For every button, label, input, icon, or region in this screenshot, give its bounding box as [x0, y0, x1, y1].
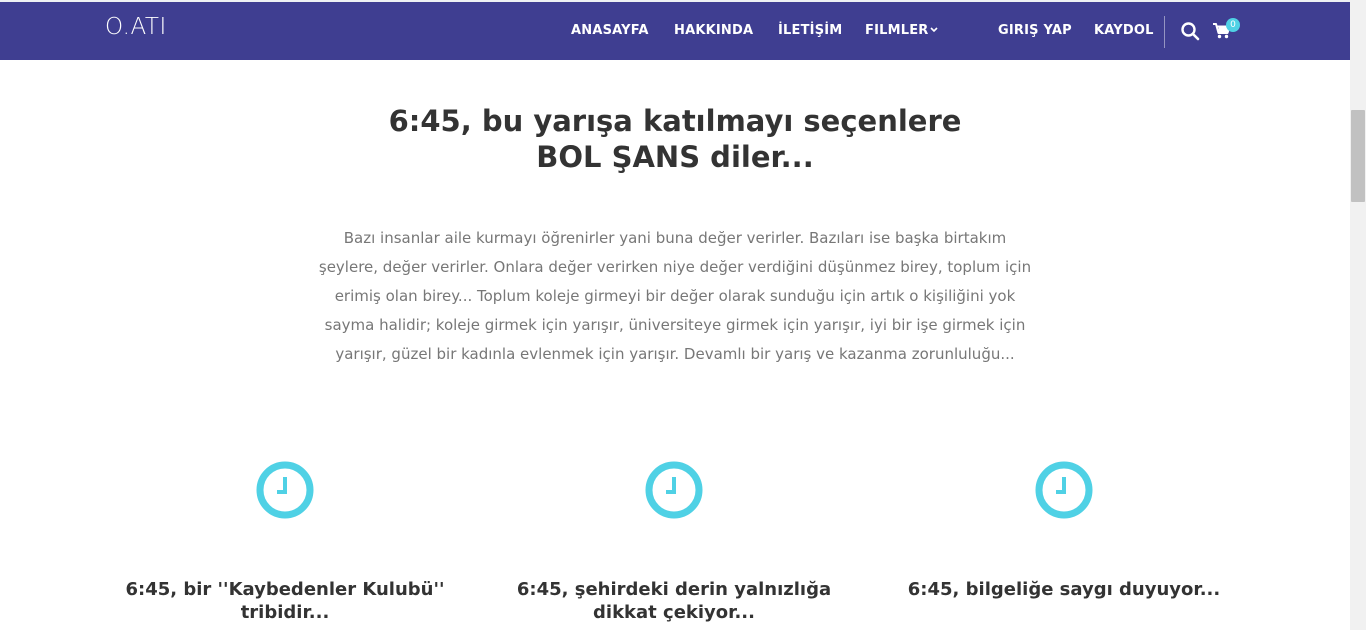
- feature-title-line: dikkat çekiyor...: [593, 602, 755, 623]
- feature-title-line: 6:45, bilgeliğe saygı duyuyor...: [907, 579, 1221, 600]
- search-icon[interactable]: [1180, 21, 1200, 41]
- hero-paragraph-line: Bazı insanlar aile kurmayı öğrenirler ya…: [343, 229, 1007, 247]
- feature-title: 6:45, şehirdeki derin yalnızlığa dikkat …: [484, 578, 864, 624]
- clock-icon: [1035, 461, 1093, 519]
- hero-paragraph-line: sayma halidir; koleje girmek için yarışı…: [324, 316, 1026, 334]
- feature-title-line: tribidir...: [240, 602, 330, 623]
- nav-films[interactable]: FILMLER: [865, 23, 929, 38]
- hero-title-line-1: 6:45, bu yarışa katılmayı seçenlere: [388, 104, 962, 138]
- hero-title-line-2: BOL ŞANS diler...: [536, 140, 814, 174]
- top-navbar: O.ATI ANASAYFA HAKKINDA İLETİŞİM FILMLER…: [0, 2, 1350, 60]
- hero-paragraph-line: yarışır, güzel bir kadınla evlenmek için…: [335, 345, 1015, 363]
- nav-login[interactable]: GIRIŞ YAP: [998, 23, 1072, 38]
- nav-register[interactable]: KAYDOL: [1094, 23, 1154, 38]
- nav-divider: [1164, 16, 1165, 48]
- cart-count-badge: 0: [1226, 18, 1240, 32]
- feature-title: 6:45, bilgeliğe saygı duyuyor...: [874, 578, 1254, 601]
- clock-icon: [645, 461, 703, 519]
- feature-title-line: 6:45, şehirdeki derin yalnızlığa: [516, 579, 832, 600]
- scrollbar-thumb[interactable]: [1351, 110, 1365, 202]
- hero-title: 6:45, bu yarışa katılmayı seçenlere BOL …: [275, 103, 1075, 175]
- feature-title: 6:45, bir ''Kaybedenler Kulubü'' tribidi…: [95, 578, 475, 624]
- nav-home[interactable]: ANASAYFA: [571, 23, 649, 38]
- feature-title-line: 6:45, bir ''Kaybedenler Kulubü'': [125, 579, 445, 600]
- hero-paragraph-line: erimiş olan birey... Toplum koleje girme…: [334, 287, 1016, 305]
- chevron-down-icon[interactable]: [930, 24, 938, 36]
- hero-paragraph: Bazı insanlar aile kurmayı öğrenirler ya…: [265, 224, 1085, 369]
- site-logo[interactable]: O.ATI: [105, 14, 167, 40]
- scrollbar[interactable]: [1350, 0, 1366, 630]
- nav-contact[interactable]: İLETİŞİM: [778, 23, 842, 38]
- nav-about[interactable]: HAKKINDA: [674, 23, 753, 38]
- hero-paragraph-line: şeylere, değer verirler. Onlara değer ve…: [318, 258, 1032, 276]
- clock-icon: [256, 461, 314, 519]
